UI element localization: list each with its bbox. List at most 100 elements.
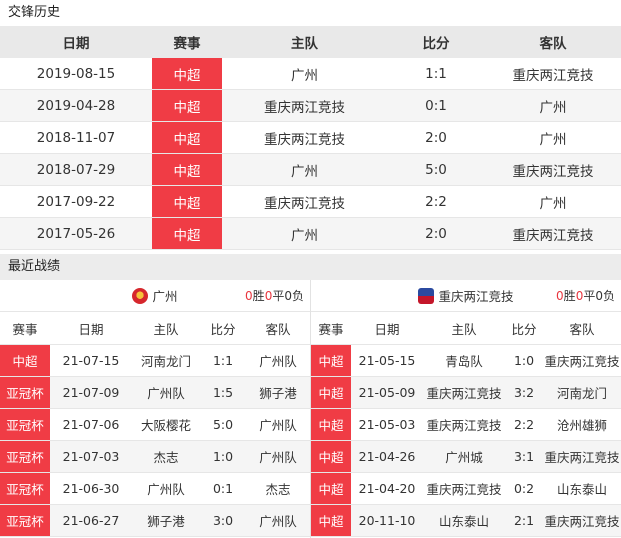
match-date: 21-05-09 (358, 385, 416, 400)
history-section-title: 交锋历史 (0, 0, 621, 26)
header-date: 日期 (374, 321, 400, 337)
home-team-link[interactable]: 重庆两江竞技 (222, 96, 387, 116)
match-date: 21-07-06 (62, 417, 120, 432)
competition-badge[interactable]: 中超 (152, 122, 222, 153)
match-score[interactable]: 2:1 (505, 513, 543, 528)
match-score[interactable]: 0:1 (200, 481, 246, 496)
match-score[interactable]: 3:2 (505, 385, 543, 400)
home-team-link[interactable]: 杰志 (132, 447, 200, 466)
header-comp: 赛事 (173, 36, 201, 52)
home-team-link[interactable]: 重庆两江竞技 (222, 192, 387, 212)
match-date: 21-06-27 (62, 513, 120, 528)
match-score[interactable]: 2:0 (387, 226, 485, 242)
competition-badge[interactable]: 亚冠杯 (0, 473, 50, 504)
competition-badge[interactable]: 中超 (152, 58, 222, 89)
away-team-link[interactable]: 重庆两江竞技 (543, 351, 621, 370)
home-team-link[interactable]: 广州队 (132, 479, 200, 498)
match-score[interactable]: 1:0 (505, 353, 543, 368)
match-date: 21-07-03 (62, 449, 120, 464)
away-team-link[interactable]: 广州队 (246, 511, 310, 530)
competition-badge[interactable]: 亚冠杯 (0, 441, 50, 472)
competition-badge[interactable]: 中超 (311, 441, 351, 472)
match-date: 2017-05-26 (36, 225, 116, 242)
match-date: 2018-07-29 (36, 161, 116, 178)
away-team-link[interactable]: 重庆两江竞技 (485, 64, 621, 84)
match-score[interactable]: 2:0 (387, 130, 485, 146)
team-label: 广州 (152, 289, 178, 304)
wdl-summary-left: 0胜0平0负 (245, 289, 304, 303)
away-team-link[interactable]: 沧州雄狮 (543, 415, 621, 434)
home-team-link[interactable]: 重庆两江竞技 (423, 479, 505, 498)
list-item: 亚冠杯 21-07-03 杰志 1:0 广州队 (0, 441, 310, 473)
history-header-row: 日期 赛事 主队 比分 客队 (0, 26, 621, 58)
competition-badge[interactable]: 中超 (311, 473, 351, 504)
away-team-link[interactable]: 狮子港 (246, 383, 310, 402)
recent-header-row-left: 赛事 日期 主队 比分 客队 (0, 312, 310, 345)
away-team-link[interactable]: 广州队 (246, 351, 310, 370)
away-team-link[interactable]: 重庆两江竞技 (543, 511, 621, 530)
away-team-link[interactable]: 广州队 (246, 447, 310, 466)
match-score[interactable]: 2:2 (505, 417, 543, 432)
competition-badge[interactable]: 中超 (152, 186, 222, 217)
match-score[interactable]: 3:0 (200, 513, 246, 528)
header-comp: 赛事 (318, 321, 344, 337)
competition-badge[interactable]: 中超 (311, 409, 351, 440)
home-team-link[interactable]: 广州 (222, 64, 387, 84)
match-score[interactable]: 1:1 (200, 353, 246, 368)
match-date: 2019-04-28 (36, 97, 116, 114)
list-item: 中超 20-11-10 山东泰山 2:1 重庆两江竞技 (311, 505, 621, 537)
competition-badge[interactable]: 中超 (311, 377, 351, 408)
home-team-link[interactable]: 广州队 (132, 383, 200, 402)
away-team-link[interactable]: 杰志 (246, 479, 310, 498)
away-team-link[interactable]: 重庆两江竞技 (485, 160, 621, 180)
competition-badge[interactable]: 中超 (152, 154, 222, 185)
competition-badge[interactable]: 中超 (311, 345, 351, 376)
competition-badge[interactable]: 中超 (152, 90, 222, 121)
away-team-link[interactable]: 广州队 (246, 415, 310, 434)
away-team-link[interactable]: 广州 (485, 192, 621, 212)
list-item: 中超 21-05-15 青岛队 1:0 重庆两江竞技 (311, 345, 621, 377)
home-team-link[interactable]: 广州 (222, 160, 387, 180)
match-score[interactable]: 1:0 (200, 449, 246, 464)
match-score[interactable]: 0:1 (387, 98, 485, 114)
header-away: 客队 (539, 36, 567, 52)
away-team-link[interactable]: 重庆两江竞技 (543, 447, 621, 466)
competition-badge[interactable]: 中超 (0, 345, 50, 376)
home-team-link[interactable]: 大阪樱花 (132, 415, 200, 434)
home-team-link[interactable]: 河南龙门 (132, 351, 200, 370)
home-team-link[interactable]: 广州 (222, 224, 387, 244)
match-score[interactable]: 1:5 (200, 385, 246, 400)
match-score[interactable]: 3:1 (505, 449, 543, 464)
match-score[interactable]: 0:2 (505, 481, 543, 496)
home-team-link[interactable]: 狮子港 (132, 511, 200, 530)
home-team-link[interactable]: 广州城 (423, 447, 505, 466)
home-team-link[interactable]: 青岛队 (423, 351, 505, 370)
competition-badge[interactable]: 亚冠杯 (0, 505, 50, 536)
home-team-link[interactable]: 山东泰山 (423, 511, 505, 530)
match-date: 2019-08-15 (36, 65, 116, 82)
match-score[interactable]: 5:0 (200, 417, 246, 432)
away-team-link[interactable]: 重庆两江竞技 (485, 224, 621, 244)
recent-section-title: 最近战绩 (0, 254, 621, 280)
team-bar-right: 重庆两江竞技 0胜0平0负 (311, 280, 621, 312)
match-score[interactable]: 5:0 (387, 162, 485, 178)
team-bar-left: 广州 0胜0平0负 (0, 280, 310, 312)
match-date: 21-05-15 (358, 353, 416, 368)
competition-badge[interactable]: 中超 (311, 505, 351, 536)
table-row: 2019-04-28 中超 重庆两江竞技 0:1 广州 (0, 90, 621, 122)
competition-badge[interactable]: 亚冠杯 (0, 377, 50, 408)
competition-badge[interactable]: 中超 (152, 218, 222, 249)
home-team-link[interactable]: 重庆两江竞技 (222, 128, 387, 148)
header-score: 比分 (511, 321, 537, 337)
table-row: 2018-11-07 中超 重庆两江竞技 2:0 广州 (0, 122, 621, 154)
header-home: 主队 (153, 321, 179, 337)
away-team-link[interactable]: 广州 (485, 96, 621, 116)
home-team-link[interactable]: 重庆两江竞技 (423, 383, 505, 402)
away-team-link[interactable]: 山东泰山 (543, 479, 621, 498)
match-score[interactable]: 2:2 (387, 194, 485, 210)
competition-badge[interactable]: 亚冠杯 (0, 409, 50, 440)
away-team-link[interactable]: 河南龙门 (543, 383, 621, 402)
home-team-link[interactable]: 重庆两江竞技 (423, 415, 505, 434)
match-score[interactable]: 1:1 (387, 66, 485, 82)
away-team-link[interactable]: 广州 (485, 128, 621, 148)
